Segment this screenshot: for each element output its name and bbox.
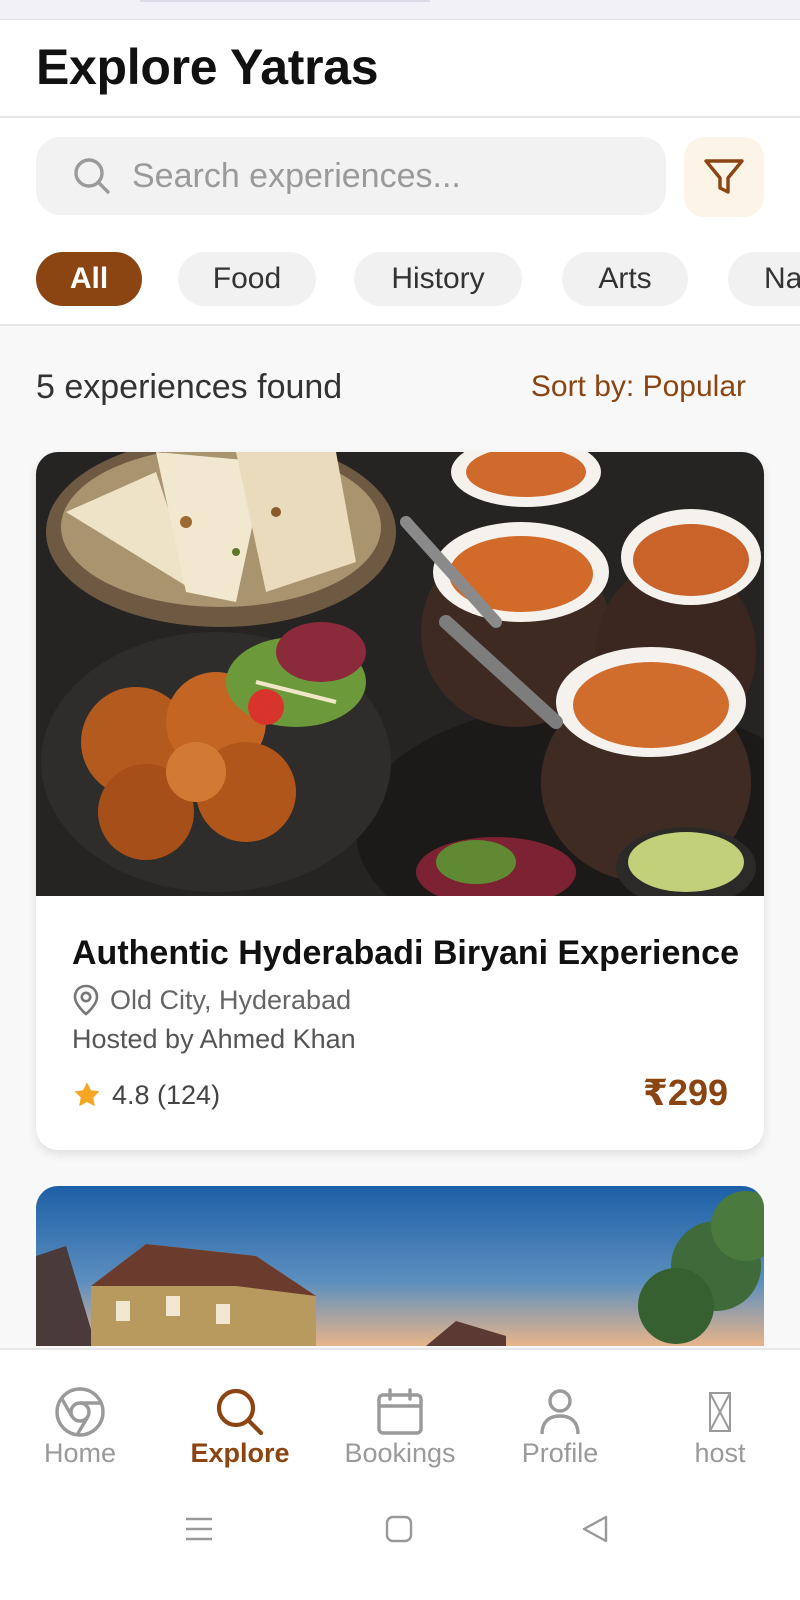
home-square-icon[interactable] (384, 1514, 414, 1544)
search-icon (216, 1388, 264, 1436)
chip-history[interactable]: History (354, 252, 522, 306)
system-navigation-bar (0, 1478, 800, 1600)
menu-icon[interactable] (184, 1514, 214, 1544)
nav-host-label: host (694, 1438, 746, 1468)
experience-card[interactable]: Authentic Hyderabadi Biryani Experience … (36, 452, 764, 1150)
nav-home[interactable]: Home (0, 1350, 160, 1480)
person-icon (540, 1389, 580, 1435)
bottom-navigation: Home Explore Bookings Profile host (0, 1348, 800, 1478)
search-box[interactable] (36, 137, 666, 215)
location-pin-icon (73, 984, 99, 1016)
nav-bookings[interactable]: Bookings (320, 1350, 480, 1480)
nav-profile-label: Profile (521, 1438, 599, 1468)
nav-bookings-label: Bookings (344, 1438, 456, 1468)
chrome-icon (55, 1387, 105, 1437)
nav-profile[interactable]: Profile (480, 1350, 640, 1480)
nav-explore-label: Explore (190, 1438, 290, 1468)
search-area: All Food History Arts Na (0, 118, 800, 326)
page-title: Explore Yatras (36, 39, 379, 95)
calendar-icon (377, 1388, 423, 1435)
app-header: Explore Yatras (0, 20, 800, 118)
star-icon (74, 1082, 100, 1107)
chip-all[interactable]: All (36, 252, 142, 306)
results-count: 5 experiences found (36, 368, 343, 406)
search-icon (74, 158, 110, 194)
chip-nature[interactable]: Na (728, 252, 800, 306)
back-triangle-icon[interactable] (580, 1514, 610, 1544)
nav-host[interactable]: host (640, 1350, 800, 1480)
experience-host: Hosted by Ahmed Khan (72, 1024, 356, 1054)
status-handle (140, 0, 430, 2)
nav-home-label: Home (43, 1438, 117, 1468)
filter-icon (704, 159, 744, 194)
sort-dropdown[interactable]: Sort by: Popular (531, 370, 746, 404)
chip-food[interactable]: Food (178, 252, 316, 306)
rating-text: 4.8 (124) (112, 1079, 221, 1110)
nav-explore[interactable]: Explore (160, 1350, 320, 1480)
missing-image-icon (709, 1392, 731, 1432)
experience-price: ₹299 (642, 1072, 728, 1113)
experience-location: Old City, Hyderabad (72, 982, 351, 1018)
experience-card-partial[interactable] (36, 1186, 764, 1346)
location-text: Old City, Hyderabad (110, 984, 352, 1015)
experience-rating: 4.8 (124) (72, 1075, 220, 1115)
experience-photo-partial (36, 1186, 764, 1346)
experience-photo (36, 452, 764, 896)
search-input[interactable] (132, 137, 652, 215)
chip-arts[interactable]: Arts (562, 252, 688, 306)
filter-button[interactable] (684, 137, 764, 217)
status-strip (0, 0, 800, 20)
experience-title: Authentic Hyderabadi Biryani Experience (72, 934, 739, 972)
category-chips: All Food History Arts Na (36, 252, 800, 308)
